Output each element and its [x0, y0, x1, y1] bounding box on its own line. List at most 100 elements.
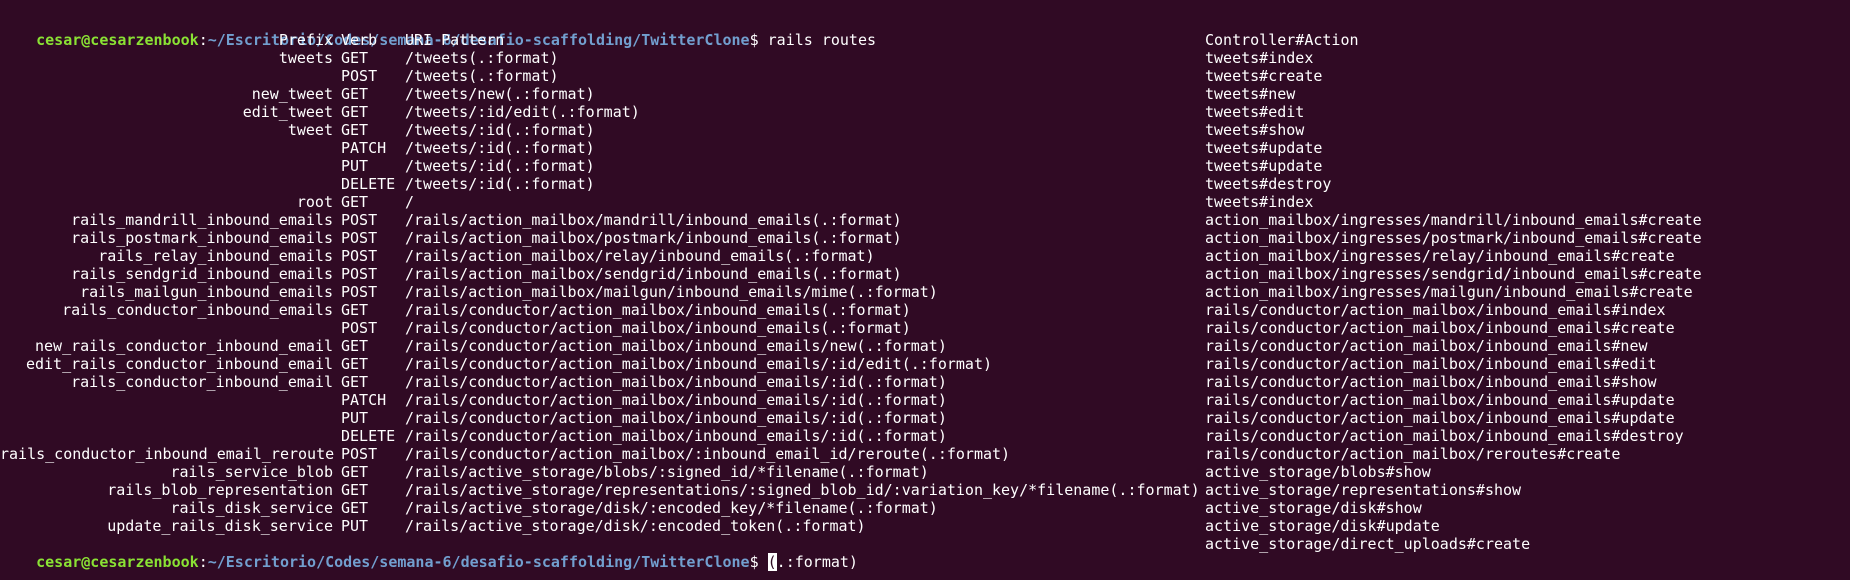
route-prefix: tweets [278, 49, 333, 67]
route-uri: /rails/conductor/action_mailbox/inbound_… [405, 427, 947, 445]
route-uri: /rails/active_storage/disk/:encoded_toke… [405, 517, 866, 535]
current-prompt-line[interactable]: cesar@cesarzenbook:~/Escritorio/Codes/se… [0, 535, 1850, 571]
route-action: rails/conductor/action_mailbox/inbound_e… [1205, 409, 1675, 427]
route-action: rails/conductor/action_mailbox/inbound_e… [1205, 355, 1657, 373]
route-prefix: tweet [287, 121, 333, 139]
route-verb: POST [341, 319, 378, 337]
route-prefix: rails_postmark_inbound_emails [71, 229, 333, 247]
route-uri: /tweets/new(.:format) [405, 85, 595, 103]
route-row: root GET / tweets#index [0, 193, 1850, 211]
route-uri: /rails/conductor/action_mailbox/:inbound… [405, 445, 1011, 463]
route-action: tweets#destroy [1205, 175, 1332, 193]
route-action: tweets#show [1205, 121, 1305, 139]
route-row: POST/rails/conductor/action_mailbox/inbo… [0, 319, 1850, 337]
route-action: action_mailbox/ingresses/postmark/inboun… [1205, 229, 1702, 247]
route-uri: /rails/conductor/action_mailbox/inbound_… [405, 409, 947, 427]
route-uri: /rails/active_storage/disk/:encoded_key/… [405, 499, 938, 517]
route-prefix: rails_sendgrid_inbound_emails [71, 265, 333, 283]
route-row: DELETE/tweets/:id(.:format) tweets#destro… [0, 175, 1850, 193]
route-verb: GET [341, 499, 369, 517]
route-row: rails_mailgun_inbound_emails POST/rails/a… [0, 283, 1850, 301]
route-verb: PATCH [341, 139, 387, 157]
route-action: rails/conductor/action_mailbox/inbound_e… [1205, 301, 1666, 319]
route-action: tweets#index [1205, 193, 1314, 211]
route-action: action_mailbox/ingresses/mandrill/inboun… [1205, 211, 1702, 229]
route-prefix: rails_conductor_inbound_email [71, 373, 333, 391]
route-uri: /rails/action_mailbox/mandrill/inbound_e… [405, 211, 902, 229]
route-row: new_tweet GET/tweets/new(.:format) tweets#… [0, 85, 1850, 103]
header-prefix: Prefix [278, 31, 333, 49]
route-verb: GET [341, 355, 369, 373]
route-row: edit_rails_conductor_inbound_email GET/ra… [0, 355, 1850, 373]
route-verb: GET [341, 373, 369, 391]
route-row: rails_conductor_inbound_email_reroute POS… [0, 445, 1850, 463]
route-uri: / [405, 193, 415, 211]
route-uri: /tweets/:id(.:format) [405, 175, 595, 193]
route-row: rails_blob_representation GET/rails/activ… [0, 481, 1850, 499]
header-verb: Verb [341, 31, 378, 49]
route-uri: /rails/conductor/action_mailbox/inbound_… [405, 319, 911, 337]
route-uri: /rails/action_mailbox/relay/inbound_emai… [405, 247, 875, 265]
prompt-separator: : [198, 553, 208, 571]
route-action: rails/conductor/action_mailbox/inbound_e… [1205, 373, 1657, 391]
route-uri: /rails/active_storage/blobs/:signed_id/*… [405, 463, 929, 481]
route-prefix: rails_relay_inbound_emails [98, 247, 333, 265]
route-action: action_mailbox/ingresses/sendgrid/inboun… [1205, 265, 1702, 283]
route-uri: /tweets/:id/edit(.:format) [405, 103, 640, 121]
routes-header-row: Prefix Verb URI Pattern Controller#Actio… [0, 31, 1850, 49]
route-action: tweets#update [1205, 157, 1323, 175]
route-verb: POST [341, 229, 378, 247]
route-action: active_storage/disk#show [1205, 499, 1422, 517]
route-row: rails_disk_service GET/rails/active_stora… [0, 499, 1850, 517]
route-verb: PATCH [341, 391, 387, 409]
route-verb: GET [341, 301, 369, 319]
route-verb: POST [341, 283, 378, 301]
route-uri: /rails/action_mailbox/mailgun/inbound_em… [405, 283, 938, 301]
route-prefix: root [296, 193, 333, 211]
route-action: tweets#create [1205, 67, 1323, 85]
route-verb: GET [341, 103, 369, 121]
route-uri: /rails/action_mailbox/sendgrid/inbound_e… [405, 265, 902, 283]
route-action: tweets#new [1205, 85, 1296, 103]
route-uri: /rails/conductor/action_mailbox/inbound_… [405, 391, 947, 409]
route-action: tweets#index [1205, 49, 1314, 67]
route-row: PATCH/tweets/:id(.:format) tweets#update [0, 139, 1850, 157]
route-verb: PUT [341, 409, 369, 427]
route-prefix: update_rails_disk_service [107, 517, 333, 535]
route-uri: /rails/action_mailbox/postmark/inbound_e… [405, 229, 902, 247]
route-prefix: edit_rails_conductor_inbound_email [25, 355, 333, 373]
route-action: tweets#update [1205, 139, 1323, 157]
route-verb: GET [341, 481, 369, 499]
route-row: rails_mandrill_inbound_emails POST/rails/… [0, 211, 1850, 229]
route-action: rails/conductor/action_mailbox/inbound_e… [1205, 319, 1675, 337]
text-cursor[interactable]: ( [767, 553, 777, 571]
input-remainder: .:format) [776, 553, 858, 571]
route-uri: /rails/conductor/action_mailbox/inbound_… [405, 337, 947, 355]
prompt-symbol: $ [749, 553, 768, 571]
route-verb: DELETE [341, 175, 396, 193]
route-row: PUT/rails/conductor/action_mailbox/inbou… [0, 409, 1850, 427]
route-action: active_storage/direct_uploads#create [1205, 535, 1531, 553]
route-prefix: edit_tweet [242, 103, 333, 121]
terminal-window[interactable]: cesar@cesarzenbook:~/Escritorio/Codes/se… [0, 0, 1850, 580]
route-row: rails_conductor_inbound_emails GET/rails/… [0, 301, 1850, 319]
route-row: rails_relay_inbound_emails POST/rails/act… [0, 247, 1850, 265]
route-uri: /rails/conductor/action_mailbox/inbound_… [405, 355, 992, 373]
route-verb: POST [341, 265, 378, 283]
route-action: tweets#edit [1205, 103, 1305, 121]
route-verb: GET [341, 337, 369, 355]
route-action: rails/conductor/action_mailbox/inbound_e… [1205, 391, 1675, 409]
route-row: edit_tweet GET/tweets/:id/edit(.:format) t… [0, 103, 1850, 121]
route-uri: /rails/active_storage/representations/:s… [405, 481, 1200, 499]
route-verb: POST [341, 445, 378, 463]
header-uri-pattern: URI Pattern [405, 31, 505, 49]
route-row: new_rails_conductor_inbound_email GET/rai… [0, 337, 1850, 355]
route-prefix: new_tweet [251, 85, 333, 103]
route-verb: POST [341, 211, 378, 229]
route-uri: /tweets/:id(.:format) [405, 139, 595, 157]
route-prefix: rails_blob_representation [107, 481, 333, 499]
command-line: cesar@cesarzenbook:~/Escritorio/Codes/se… [0, 13, 876, 49]
route-row: update_rails_disk_service PUT/rails/activ… [0, 517, 1850, 535]
route-verb: GET [341, 49, 369, 67]
route-uri: /tweets(.:format) [405, 49, 559, 67]
